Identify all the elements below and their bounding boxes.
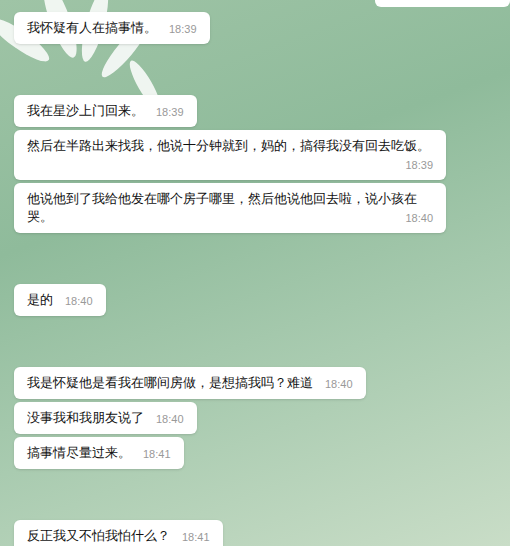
message-bubble[interactable]: 他说他到了我给他发在哪个房子哪里，然后他说他回去啦，说小孩在哭。18:40 [14, 183, 446, 233]
partial-bubble [375, 0, 510, 7]
chat-window: 我怀疑有人在搞事情。18:39我在星沙上门回来。18:39然后在半路出来找我，他… [0, 0, 510, 546]
message-bubble[interactable]: 我在星沙上门回来。 18:39 [14, 95, 197, 127]
message-bubble[interactable]: 搞事情尽量过来。 18:41 [14, 437, 184, 469]
message-text: 然后在半路出来找我，他说十分钟就到，妈的，搞得我没有回去吃饭。 [27, 138, 430, 153]
message-time: 18:40 [405, 210, 433, 226]
message-time: 18:40 [325, 376, 353, 392]
message-text: 反正我又不怕我怕什么？ [27, 528, 170, 543]
message-time: 18:40 [65, 293, 93, 309]
message-time: 18:39 [405, 157, 433, 173]
message-time: 18:40 [156, 411, 184, 427]
message-time: 18:39 [169, 21, 197, 37]
message-time: 18:41 [182, 529, 210, 545]
message-bubble[interactable]: 我是怀疑他是看我在哪间房做，是想搞我吗？难道 18:40 [14, 367, 366, 399]
message-text: 没事我和我朋友说了 [27, 410, 144, 425]
message-bubble[interactable]: 我怀疑有人在搞事情。 18:39 [14, 12, 210, 44]
message-text: 我在星沙上门回来。 [27, 103, 144, 118]
message-group: 是的 18:40 [14, 284, 510, 316]
message-bubble[interactable]: 反正我又不怕我怕什么？ 18:41 [14, 520, 223, 546]
message-bubble[interactable]: 然后在半路出来找我，他说十分钟就到，妈的，搞得我没有回去吃饭。 18:39 [14, 130, 446, 180]
message-text: 是的 [27, 292, 53, 307]
message-group: 我是怀疑他是看我在哪间房做，是想搞我吗？难道 18:40 没事我和我朋友说了 18:4… [14, 367, 510, 469]
message-group: 反正我又不怕我怕什么？ 18:41 [14, 520, 510, 546]
message-time: 18:39 [156, 104, 184, 120]
message-group: 我在星沙上门回来。18:39然后在半路出来找我，他说十分钟就到，妈的，搞得我没有… [14, 95, 510, 233]
message-text: 搞事情尽量过来。 [27, 445, 131, 460]
message-list: 我怀疑有人在搞事情。18:39我在星沙上门回来。18:39然后在半路出来找我，他… [0, 0, 510, 546]
message-time: 18:41 [143, 446, 171, 462]
message-bubble[interactable]: 没事我和我朋友说了 18:40 [14, 402, 197, 434]
message-text: 我是怀疑他是看我在哪间房做，是想搞我吗？难道 [27, 375, 313, 390]
message-bubble[interactable]: 是的 18:40 [14, 284, 106, 316]
message-group: 我怀疑有人在搞事情。 18:39 [14, 12, 510, 44]
message-text: 他说他到了我给他发在哪个房子哪里，然后他说他回去啦，说小孩在哭。 [27, 191, 417, 224]
message-text: 我怀疑有人在搞事情。 [27, 20, 157, 35]
